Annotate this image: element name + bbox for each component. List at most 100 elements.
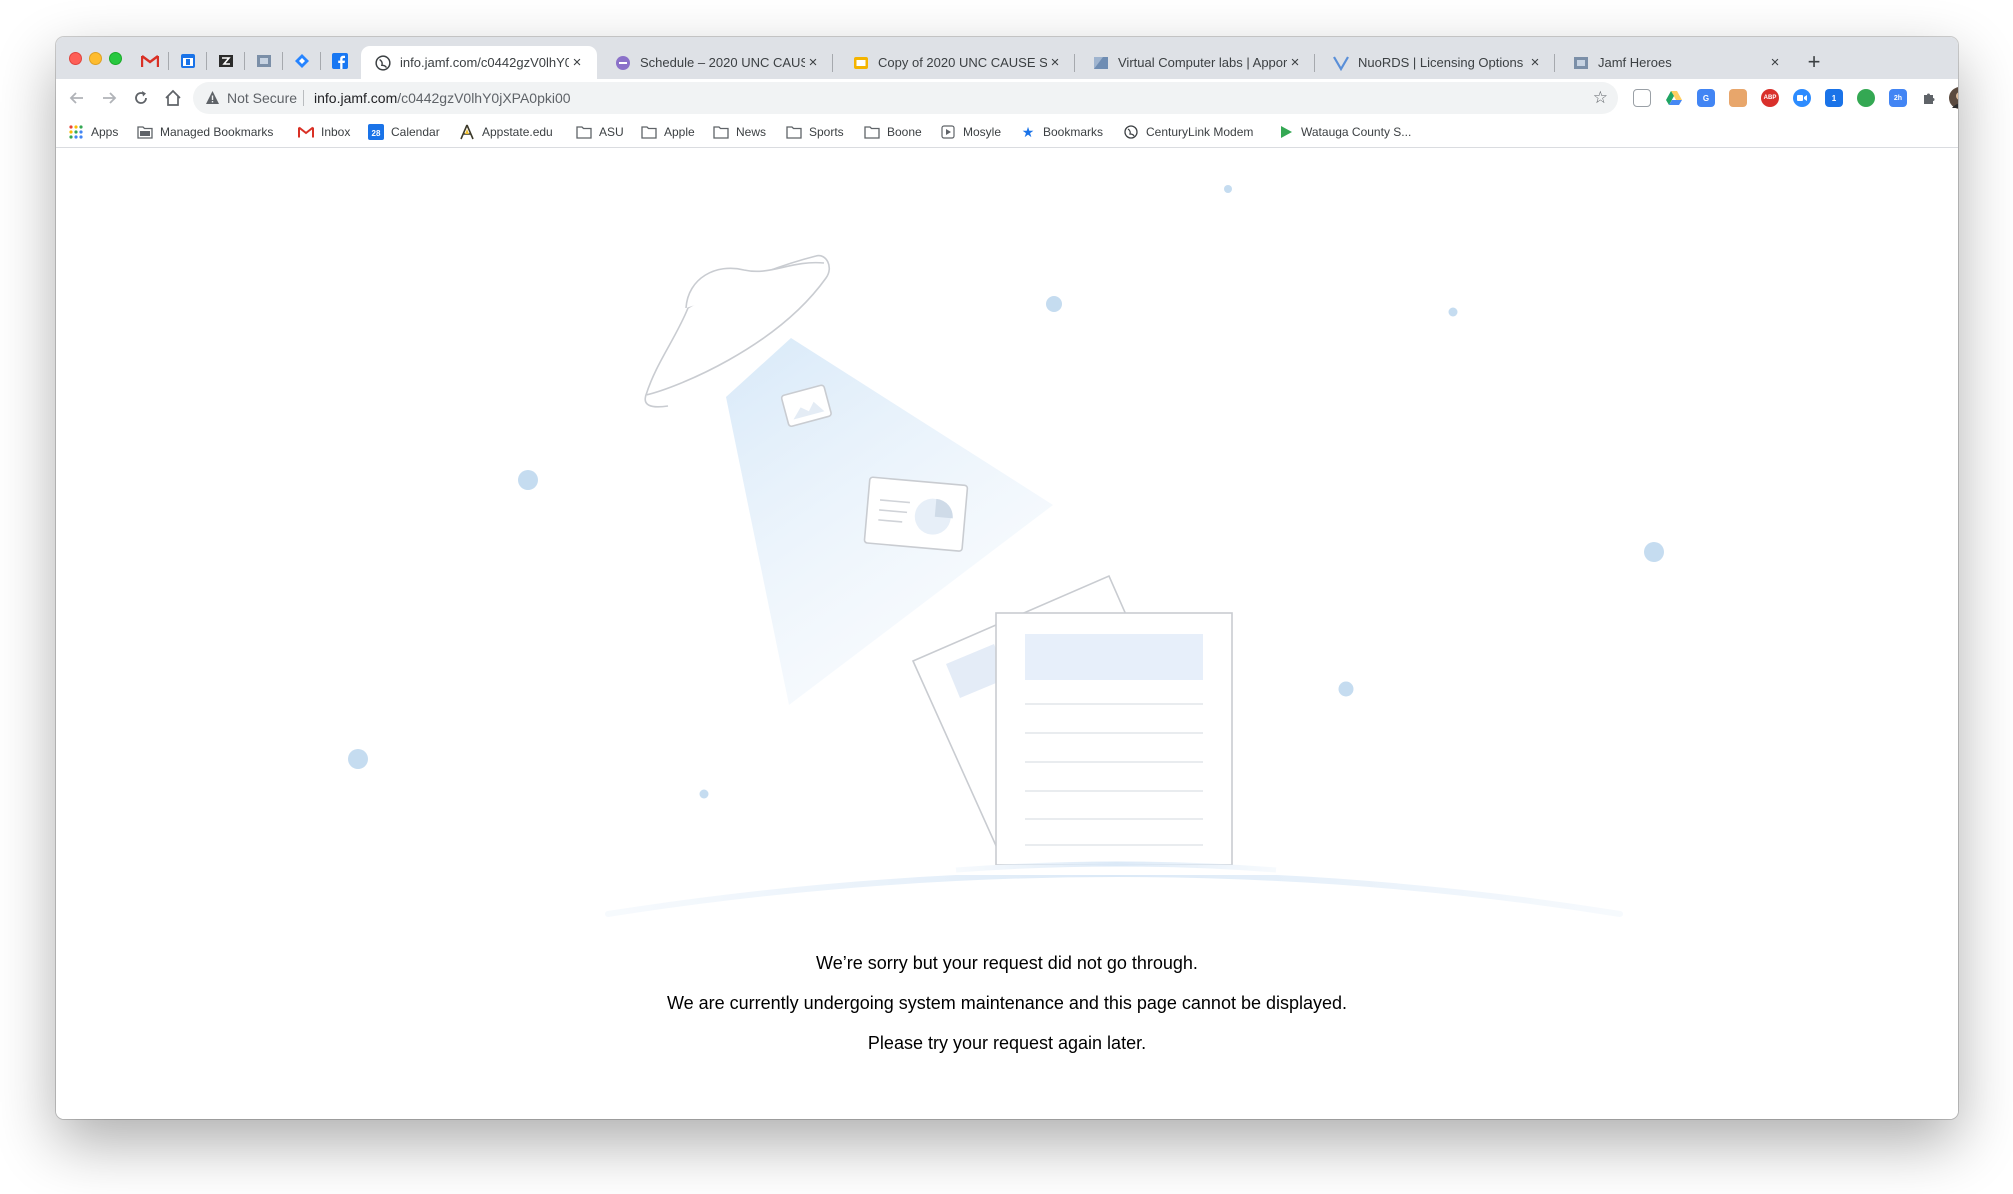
home-icon — [165, 89, 181, 106]
browser-window: info.jamf.com/c0442gzV0lhY0jXPA0pki00 × … — [56, 37, 1958, 1119]
bookmark-label: ASU — [599, 125, 624, 139]
address-bar[interactable]: Not Secure info.jamf.com/c0442gzV0lhY0jX… — [193, 82, 1618, 114]
tab-title: Jamf Heroes — [1598, 55, 1672, 70]
bookmark-news[interactable]: News — [713, 123, 766, 141]
bookmark-watauga[interactable]: Watauga County S... — [1278, 123, 1411, 141]
bookmark-boone[interactable]: Boone — [864, 123, 922, 141]
bookmark-label: Apps — [91, 125, 119, 139]
tab-nuords[interactable]: NuoRDS | Licensing Options × — [1319, 46, 1555, 79]
url-text[interactable]: info.jamf.com/c0442gzV0lhY0jXPA0pki00 — [314, 90, 571, 106]
error-message-line-2: We are currently undergoing system maint… — [666, 993, 1348, 1013]
tab-separator — [1314, 54, 1315, 72]
zoom-window-button[interactable] — [109, 52, 122, 65]
bookmark-mosyle[interactable]: Mosyle — [940, 123, 1001, 141]
bookmark-star-icon[interactable]: ☆ — [1593, 88, 1608, 108]
bookmark-appstate[interactable]: Appstate.edu — [459, 123, 553, 141]
warning-icon — [206, 91, 219, 104]
pinned-tab-jamf[interactable] — [207, 46, 245, 76]
pinned-tab-facebook[interactable] — [321, 46, 359, 76]
bookmark-calendar[interactable]: 28 Calendar — [368, 123, 440, 141]
bookmark-label: Calendar — [391, 125, 440, 139]
badge-extension-icon[interactable]: 1 — [1825, 89, 1843, 107]
tab-info-jamf[interactable]: info.jamf.com/c0442gzV0lhY0jXPA0pki00 × — [361, 46, 597, 79]
tab-jamf-heroes[interactable]: Jamf Heroes × — [1559, 46, 1795, 79]
bookmark-centurylink[interactable]: CenturyLink Modem — [1123, 123, 1253, 141]
bookmarks-bar: Apps Managed Bookmarks Inbox 28 Calendar… — [56, 117, 1958, 148]
toolbox-icon[interactable] — [1729, 89, 1747, 107]
pinned-tab-jamf-nation[interactable] — [245, 46, 283, 76]
pinned-tab-gmail[interactable] — [131, 46, 169, 76]
bookmark-sports[interactable]: Sports — [786, 123, 844, 141]
tab-title: info.jamf.com/c0442gzV0lhY0jXPA0pki00 — [400, 55, 569, 70]
gmail-icon — [141, 55, 159, 67]
tab-schedule[interactable]: Schedule – 2020 UNC CAUSE × — [601, 46, 833, 79]
folder-icon — [576, 124, 592, 140]
close-icon[interactable]: × — [1047, 54, 1063, 71]
bookmark-label: Apple — [664, 125, 695, 139]
calendar-icon: 28 — [368, 124, 384, 140]
forward-button[interactable] — [98, 87, 120, 109]
pinned-tab-calendar[interactable] — [169, 46, 207, 76]
bookmark-label: News — [736, 125, 767, 139]
close-icon[interactable]: × — [1767, 54, 1783, 71]
jamf-icon — [219, 55, 233, 67]
close-icon[interactable]: × — [569, 54, 585, 71]
tab-strip: info.jamf.com/c0442gzV0lhY0jXPA0pki00 × … — [56, 37, 1958, 79]
tab-apporto[interactable]: Virtual Computer labs | Apporto × — [1079, 46, 1315, 79]
forward-arrow-icon — [103, 92, 117, 104]
bookmark-label: Appstate.edu — [482, 125, 553, 139]
apps-grid-icon — [68, 124, 84, 140]
google-translate-icon[interactable]: G — [1697, 89, 1715, 107]
facebook-icon — [332, 53, 348, 69]
pinned-tab-jira[interactable] — [283, 46, 321, 76]
new-tab-button[interactable]: + — [1802, 51, 1826, 75]
reload-button[interactable] — [130, 87, 152, 109]
bookmark-apple[interactable]: Apple — [641, 123, 695, 141]
bookmark-managed-bookmarks[interactable]: Managed Bookmarks — [137, 123, 273, 141]
calendar-extension-icon[interactable]: 2h — [1889, 89, 1907, 107]
ground-arc — [605, 871, 1623, 917]
close-icon[interactable]: × — [805, 54, 821, 71]
google-slides-icon — [854, 56, 868, 69]
bookmark-inbox[interactable]: Inbox — [298, 123, 350, 141]
puzzle-icon[interactable] — [1920, 89, 1938, 107]
avatar[interactable] — [1949, 87, 1958, 109]
minimize-window-button[interactable] — [89, 52, 102, 65]
apporto-icon — [1094, 56, 1108, 69]
compass-extension-icon[interactable] — [1857, 89, 1875, 107]
chart-card — [863, 476, 969, 552]
close-icon[interactable]: × — [1287, 54, 1303, 71]
nuords-icon — [1333, 55, 1349, 71]
gmail-icon — [298, 124, 314, 140]
home-button[interactable] — [162, 87, 184, 109]
back-button[interactable] — [66, 87, 88, 109]
close-icon[interactable]: × — [1527, 54, 1543, 71]
reload-icon — [135, 91, 147, 104]
tab-title: Schedule – 2020 UNC CAUSE — [640, 55, 805, 70]
bookmark-asu[interactable]: ASU — [576, 123, 624, 141]
close-window-button[interactable] — [69, 52, 82, 65]
tab-separator — [1074, 54, 1075, 72]
error-message-line-3: Please try your request again later. — [867, 1033, 1147, 1053]
security-status[interactable]: Not Secure — [227, 90, 297, 106]
jamf-nation-icon — [1574, 56, 1588, 69]
page-content: We’re sorry but your request did not go … — [56, 148, 1958, 1119]
url-host: info.jamf.com — [314, 90, 398, 106]
bookmark-bookmarks[interactable]: ★ Bookmarks — [1020, 123, 1103, 141]
bookmark-label: Inbox — [321, 125, 351, 139]
bookmark-apps[interactable]: Apps — [68, 123, 118, 141]
play-icon — [1278, 124, 1294, 140]
tab-unc-cause-proposals[interactable]: Copy of 2020 UNC CAUSE Session Proposals… — [839, 46, 1075, 79]
adblock-plus-icon[interactable]: ABP — [1761, 89, 1779, 107]
google-drive-icon[interactable] — [1665, 89, 1683, 107]
zoom-icon[interactable] — [1793, 89, 1811, 107]
front-document — [995, 612, 1233, 866]
toolbar: Not Secure info.jamf.com/c0442gzV0lhY0jX… — [56, 79, 1958, 117]
bookmark-label: Sports — [809, 125, 844, 139]
folder-icon — [137, 124, 153, 140]
window-icon[interactable] — [1633, 89, 1651, 107]
appstate-icon — [459, 124, 475, 140]
back-arrow-icon — [69, 92, 83, 104]
tab-title: Virtual Computer labs | Apporto — [1118, 55, 1287, 70]
mosyle-icon — [940, 124, 956, 140]
